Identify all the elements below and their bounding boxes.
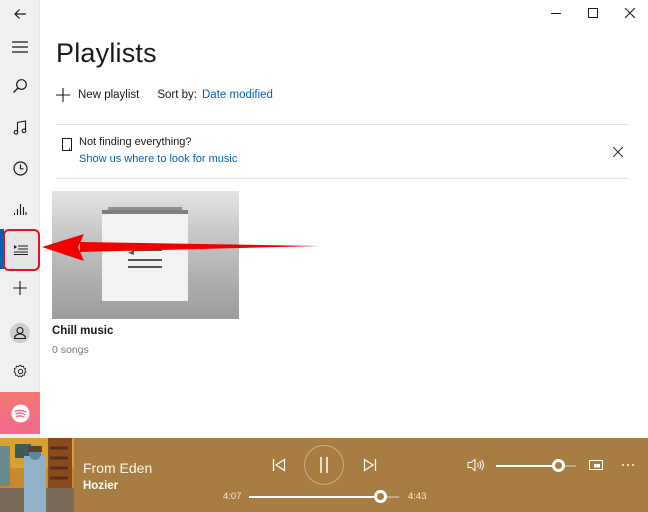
notice-link[interactable]: Show us where to look for music <box>79 153 237 165</box>
elapsed-time: 4:07 <box>223 491 242 502</box>
minimize-button[interactable] <box>537 0 574 26</box>
plus-icon <box>13 281 27 295</box>
now-playing-button[interactable] <box>0 189 40 229</box>
search-button[interactable] <box>0 66 40 106</box>
song-title[interactable]: From Eden <box>83 460 152 476</box>
new-playlist-sidebar-button[interactable] <box>0 268 40 308</box>
song-artist[interactable]: Hozier <box>83 480 118 492</box>
settings-button[interactable] <box>0 351 40 391</box>
volume-slider-thumb[interactable] <box>552 459 565 472</box>
recent-plays-button[interactable] <box>0 148 40 188</box>
next-icon <box>363 458 377 472</box>
album-art-image <box>0 438 74 512</box>
next-button[interactable] <box>359 454 381 476</box>
sort-label: Sort by: <box>157 89 197 101</box>
back-arrow-icon <box>14 9 26 19</box>
clock-icon <box>12 160 28 176</box>
previous-icon <box>272 458 286 472</box>
music-note-icon <box>13 119 27 135</box>
more-icon <box>622 464 634 466</box>
notice-title: Not finding everything? <box>79 136 192 148</box>
maximize-button[interactable] <box>574 0 611 26</box>
search-icon <box>13 79 27 93</box>
hamburger-icon <box>12 41 28 53</box>
volume-slider-fill <box>496 465 558 467</box>
minimize-icon <box>550 13 561 14</box>
seek-bar[interactable] <box>249 490 399 503</box>
playlists-button[interactable] <box>0 229 40 269</box>
volume-icon <box>467 458 484 472</box>
seek-bar-thumb[interactable] <box>374 490 387 503</box>
playlist-icon <box>13 244 28 255</box>
back-button[interactable] <box>0 0 40 28</box>
close-window-button[interactable] <box>611 0 648 26</box>
volume-button[interactable] <box>465 455 487 475</box>
sort-dropdown[interactable]: Date modified <box>202 89 273 101</box>
sidebar <box>0 0 40 438</box>
dismiss-notice-button[interactable] <box>610 144 626 160</box>
my-music-button[interactable] <box>0 107 40 147</box>
playlist-song-count: 0 songs <box>52 344 89 356</box>
playlist-tile[interactable] <box>52 191 239 319</box>
spotify-icon <box>10 403 30 423</box>
gear-icon <box>12 364 27 377</box>
playlist-name[interactable]: Chill music <box>52 325 113 337</box>
page-title: Playlists <box>56 38 157 68</box>
spotify-button[interactable] <box>0 392 40 434</box>
new-playlist-button[interactable]: New playlist <box>56 88 139 102</box>
account-button[interactable] <box>0 313 40 353</box>
mini-view-button[interactable] <box>587 457 605 473</box>
device-icon <box>62 138 72 151</box>
user-icon <box>10 323 30 343</box>
mini-view-icon <box>589 460 603 470</box>
pause-icon <box>320 457 328 473</box>
playlist-placeholder-icon <box>102 207 188 301</box>
now-playing-bar: From Eden Hozier 4:07 4:43 <box>0 438 648 512</box>
plus-icon <box>56 88 70 102</box>
divider-bottom <box>56 178 629 179</box>
play-pause-button[interactable] <box>304 445 344 485</box>
previous-button[interactable] <box>268 454 290 476</box>
window-controls <box>537 0 648 26</box>
hamburger-menu-button[interactable] <box>0 27 40 67</box>
equalizer-icon <box>13 203 27 215</box>
maximize-icon <box>587 8 598 18</box>
total-duration: 4:43 <box>408 491 427 502</box>
more-options-button[interactable] <box>618 457 638 473</box>
album-art[interactable] <box>0 438 74 512</box>
toolbar: New playlist Sort by: Date modified <box>56 86 273 104</box>
active-indicator <box>0 229 4 269</box>
close-icon <box>613 147 623 157</box>
seek-bar-fill <box>249 496 380 498</box>
close-icon <box>624 8 635 18</box>
new-playlist-label: New playlist <box>78 89 140 101</box>
divider-top <box>56 124 629 125</box>
volume-slider[interactable] <box>496 459 576 472</box>
